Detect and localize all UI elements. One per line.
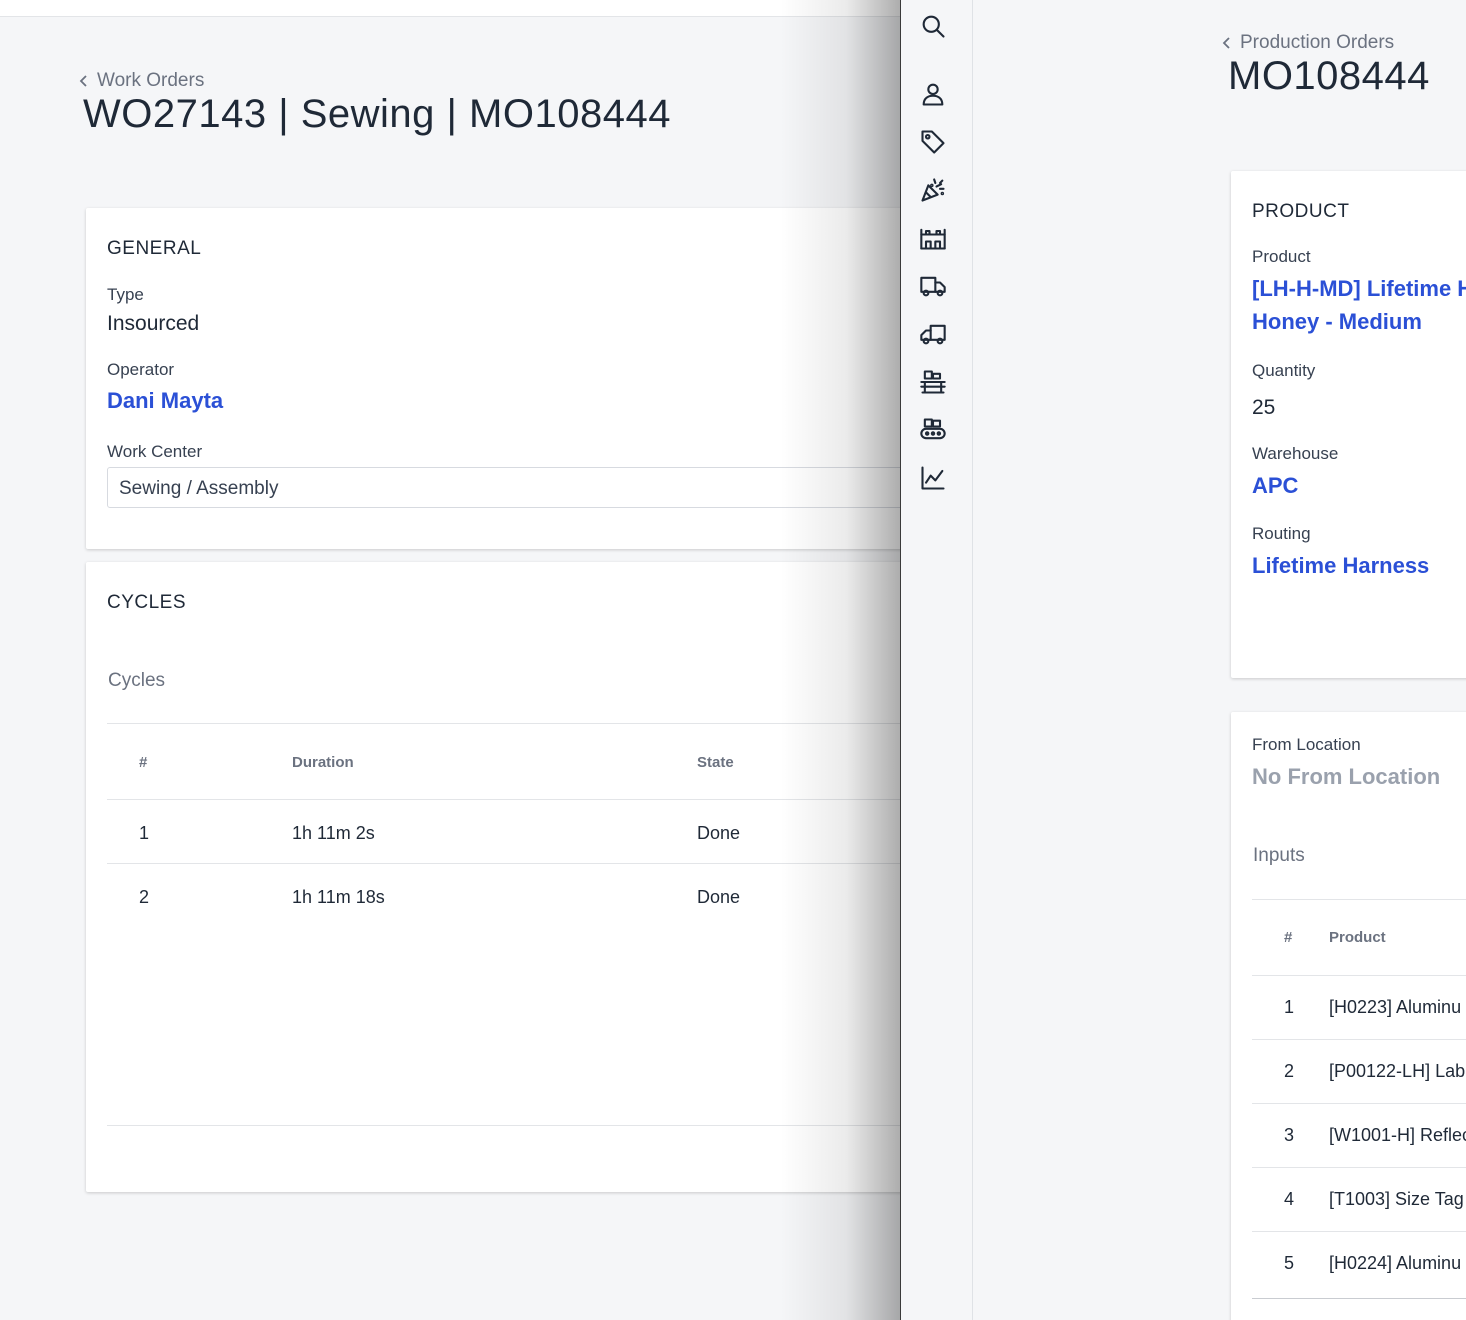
input-number: 5 bbox=[1284, 1253, 1295, 1273]
back-link-label: Production Orders bbox=[1240, 32, 1395, 53]
divider bbox=[1252, 1167, 1466, 1168]
tag-icon[interactable] bbox=[915, 124, 951, 160]
work-center-label: Work Center bbox=[107, 442, 203, 461]
top-bar bbox=[0, 0, 900, 17]
conveyor-icon[interactable] bbox=[915, 412, 951, 448]
search-icon[interactable] bbox=[915, 8, 951, 44]
divider bbox=[1252, 975, 1466, 976]
product-card-title: PRODUCT bbox=[1252, 201, 1350, 222]
cycle-duration: 1h 11m 2s bbox=[292, 823, 375, 843]
truck-reverse-icon[interactable] bbox=[915, 316, 951, 352]
production-order-drawer: Production Orders MO108444 PRODUCT Produ… bbox=[900, 0, 1466, 1320]
chevron-left-icon bbox=[79, 75, 87, 87]
input-product: [T1003] Size Tag bbox=[1329, 1189, 1464, 1209]
inputs-subheading: Inputs bbox=[1253, 845, 1305, 866]
input-number: 1 bbox=[1284, 997, 1295, 1017]
back-to-production-orders-link[interactable]: Production Orders bbox=[1220, 32, 1394, 54]
cycle-state: Done bbox=[697, 887, 741, 907]
type-label: Type bbox=[107, 285, 144, 304]
input-product: [P00122-LH] Lab bbox=[1329, 1061, 1466, 1081]
factory-icon[interactable] bbox=[915, 220, 951, 256]
divider bbox=[1252, 1103, 1466, 1104]
chart-line-icon[interactable] bbox=[915, 460, 951, 496]
input-product: [H0223] Aluminu bbox=[1329, 997, 1462, 1017]
divider bbox=[1252, 1298, 1466, 1299]
back-to-work-orders-link[interactable]: Work Orders bbox=[77, 70, 204, 92]
cycle-number: 2 bbox=[139, 887, 150, 907]
operator-label: Operator bbox=[107, 360, 175, 379]
cycles-subheading: Cycles bbox=[108, 670, 166, 691]
from-location-value: No From Location bbox=[1252, 764, 1441, 789]
product-card: PRODUCT Product [LH-H-MD] Lifetime H Hon… bbox=[1231, 171, 1466, 678]
cycle-state: Done bbox=[697, 823, 741, 843]
assembly-line-icon[interactable] bbox=[915, 364, 951, 400]
general-card-title: GENERAL bbox=[107, 238, 202, 259]
warehouse-link[interactable]: APC bbox=[1252, 473, 1298, 499]
input-number: 2 bbox=[1284, 1061, 1295, 1081]
column-header-state[interactable]: State bbox=[697, 754, 734, 771]
input-product: [W1001-H] Reflec bbox=[1329, 1125, 1466, 1145]
divider bbox=[1252, 899, 1466, 900]
type-value: Insourced bbox=[107, 312, 200, 335]
cycle-number: 1 bbox=[139, 823, 150, 843]
cycles-card-title: CYCLES bbox=[107, 592, 187, 613]
chevron-left-icon bbox=[1222, 37, 1230, 49]
truck-icon[interactable] bbox=[915, 268, 951, 304]
input-number: 3 bbox=[1284, 1125, 1295, 1145]
cycles-card: CYCLES Cycles # Duration State 1 1h 11m … bbox=[86, 562, 900, 1192]
warehouse-label: Warehouse bbox=[1252, 444, 1339, 463]
routing-label: Routing bbox=[1252, 524, 1311, 543]
divider bbox=[107, 799, 900, 800]
party-popper-icon[interactable] bbox=[915, 172, 951, 208]
drawer-page-title: MO108444 bbox=[1228, 54, 1430, 98]
work-order-page: Work Orders WO27143 | Sewing | MO108444 … bbox=[0, 0, 900, 1320]
column-header-duration[interactable]: Duration bbox=[292, 754, 354, 771]
page-title: WO27143 | Sewing | MO108444 bbox=[83, 92, 671, 136]
work-center-field[interactable]: Sewing / Assembly bbox=[107, 467, 900, 508]
user-icon[interactable] bbox=[915, 76, 951, 112]
quantity-label: Quantity bbox=[1252, 361, 1316, 380]
divider bbox=[107, 863, 900, 864]
quantity-value: 25 bbox=[1252, 396, 1276, 419]
routing-link[interactable]: Lifetime Harness bbox=[1252, 553, 1429, 579]
input-product: [H0224] Aluminu bbox=[1329, 1253, 1462, 1273]
input-number: 4 bbox=[1284, 1189, 1295, 1209]
column-header-product[interactable]: Product bbox=[1329, 929, 1386, 946]
back-link-label: Work Orders bbox=[97, 70, 205, 91]
operator-link[interactable]: Dani Mayta bbox=[107, 388, 223, 414]
column-header-number[interactable]: # bbox=[1284, 929, 1292, 946]
product-link-line2[interactable]: Honey - Medium bbox=[1252, 309, 1422, 335]
product-link-line1[interactable]: [LH-H-MD] Lifetime H bbox=[1252, 276, 1466, 302]
column-header-number[interactable]: # bbox=[139, 754, 147, 771]
product-label: Product bbox=[1252, 247, 1311, 266]
general-card: GENERAL Type Insourced Operator Dani May… bbox=[86, 208, 900, 549]
cycle-duration: 1h 11m 18s bbox=[292, 887, 385, 907]
inputs-card: From Location No From Location Inputs # … bbox=[1231, 712, 1466, 1320]
from-location-label: From Location bbox=[1252, 735, 1361, 754]
divider bbox=[1252, 1231, 1466, 1232]
icon-rail bbox=[901, 0, 973, 1320]
divider bbox=[107, 723, 900, 724]
divider bbox=[1252, 1039, 1466, 1040]
table-footer-divider bbox=[107, 1125, 900, 1126]
